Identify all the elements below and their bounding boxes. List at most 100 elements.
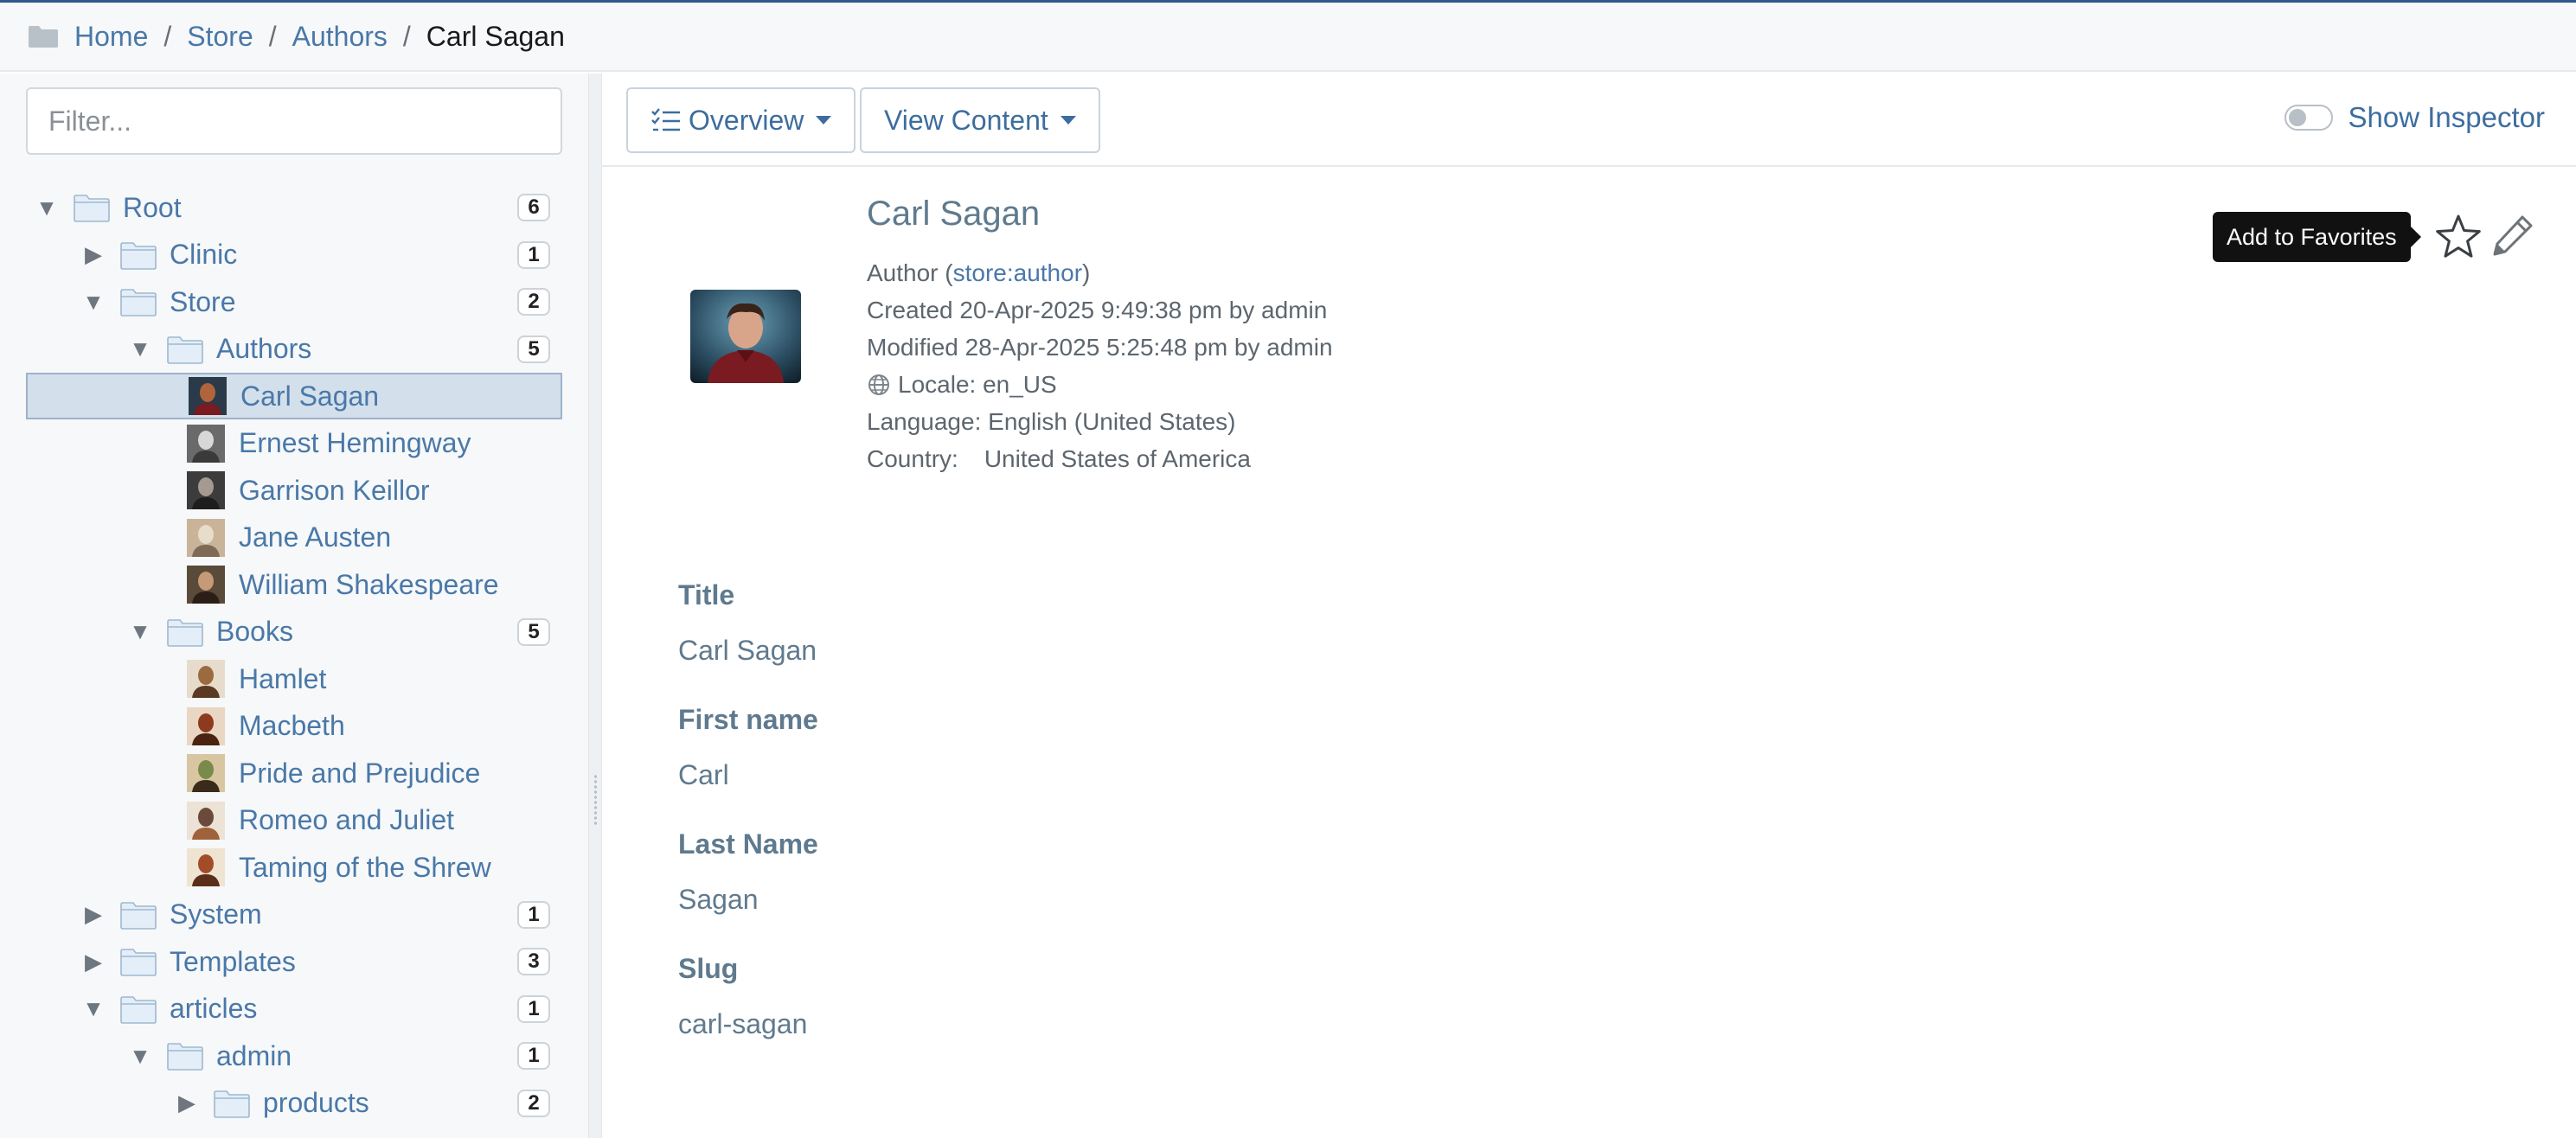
tree-item-label: Books <box>216 616 293 647</box>
expand-triangle-icon[interactable]: ▶ <box>81 901 106 928</box>
folder-icon <box>28 24 59 48</box>
tree-item-label: Carl Sagan <box>240 380 380 412</box>
tree-item[interactable]: ▼ Store 2 <box>26 278 562 325</box>
tree-item-label: System <box>170 898 262 930</box>
tree-item[interactable]: ▼ Root 6 <box>26 184 562 231</box>
sidebar: ▼ Root 6 ▶ Clinic 1 ▼ Store 2 ▼ Authors 5 Carl Sagan… <box>0 74 588 1138</box>
folder-icon <box>166 617 204 647</box>
country-line: Country: United States of America <box>867 445 1251 473</box>
pencil-icon[interactable] <box>2488 212 2536 260</box>
view-content-label: View Content <box>884 104 1048 136</box>
tree-item[interactable]: Pride and Prejudice <box>26 750 562 796</box>
tree-item-label: Store <box>170 285 236 317</box>
collapse-triangle-icon[interactable]: ▼ <box>128 1043 152 1070</box>
tree-item[interactable]: Macbeth <box>26 703 562 750</box>
show-inspector-toggle[interactable]: Show Inspector <box>2284 93 2545 143</box>
breadcrumb-home[interactable]: Home <box>74 21 148 53</box>
tree-item[interactable]: Carl Sagan <box>26 373 562 419</box>
thumbnail-icon <box>187 801 225 840</box>
modified-line: Modified 28-Apr-2025 5:25:48 pm by admin <box>867 334 1333 361</box>
tree-item[interactable]: Taming of the Shrew <box>26 844 562 891</box>
tree-item-label: Templates <box>170 945 296 977</box>
type-suffix: ) <box>1082 259 1091 286</box>
collapse-triangle-icon[interactable]: ▼ <box>81 995 106 1022</box>
toggle-switch[interactable] <box>2284 105 2333 131</box>
count-badge: 2 <box>517 288 550 316</box>
tree-item[interactable]: Garrison Keillor <box>26 467 562 514</box>
created-line: Created 20-Apr-2025 9:49:38 pm by admin <box>867 297 1328 323</box>
tree-item[interactable]: ▼ admin 1 <box>26 1033 562 1079</box>
tree-item[interactable]: Jane Austen <box>26 515 562 561</box>
thumbnail-icon <box>187 848 225 886</box>
tree-item[interactable]: ▶ Templates 3 <box>26 938 562 985</box>
caret-down-icon <box>1060 116 1076 125</box>
grip-dots <box>593 774 598 826</box>
type-link[interactable]: store:author <box>953 259 1082 286</box>
tree-item-label: Clinic <box>170 239 238 270</box>
folder-icon <box>119 287 157 316</box>
tree-item[interactable]: ▶ Clinic 1 <box>26 232 562 278</box>
breadcrumb-authors[interactable]: Authors <box>292 21 388 53</box>
overview-dropdown[interactable]: Overview <box>626 87 856 153</box>
collapse-triangle-icon[interactable]: ▼ <box>128 336 152 362</box>
thumbnail-icon <box>187 518 225 557</box>
tree-item[interactable]: Romeo and Juliet <box>26 797 562 844</box>
thumbnail-icon <box>187 754 225 792</box>
view-content-dropdown[interactable]: View Content <box>860 87 1100 153</box>
tree-item[interactable]: ▶ System 1 <box>26 892 562 938</box>
type-prefix: Author ( <box>867 259 953 286</box>
count-badge: 1 <box>517 1042 550 1070</box>
tree-item[interactable]: ▼ articles 1 <box>26 986 562 1033</box>
field-label-title: Title <box>678 579 735 611</box>
tree-item[interactable]: Hamlet <box>26 655 562 702</box>
tree-item-label: Ernest Hemingway <box>239 427 471 458</box>
expand-triangle-icon[interactable]: ▶ <box>175 1090 199 1116</box>
tree-item[interactable]: ▼ Books 5 <box>26 609 562 655</box>
breadcrumb-current: Carl Sagan <box>426 20 565 52</box>
field-value-title: Carl Sagan <box>678 635 817 666</box>
collapse-triangle-icon[interactable]: ▼ <box>81 289 106 316</box>
star-icon[interactable] <box>2434 214 2483 260</box>
main-panel: Overview View Content Show Inspector Car… <box>602 74 2576 1138</box>
tree-item-label: articles <box>170 993 258 1024</box>
field-label-last-name: Last Name <box>678 828 818 860</box>
tree-item[interactable]: ▼ Authors 5 <box>26 326 562 373</box>
folder-icon <box>119 240 157 270</box>
tree-item-label: Jane Austen <box>239 521 392 553</box>
count-badge: 5 <box>517 617 550 646</box>
breadcrumb-store[interactable]: Store <box>187 21 253 53</box>
tree-item-label: Taming of the Shrew <box>239 851 491 883</box>
tree-item-label: products <box>263 1087 369 1118</box>
globe-icon <box>867 373 891 397</box>
field-value-first-name: Carl <box>678 759 729 790</box>
tree-item[interactable]: William Shakespeare <box>26 561 562 608</box>
tree-item-label: Romeo and Juliet <box>239 804 455 835</box>
page-title: Carl Sagan <box>867 195 1041 233</box>
thumbnail-icon <box>187 566 225 604</box>
show-inspector-label[interactable]: Show Inspector <box>2349 101 2545 134</box>
field-value-last-name: Sagan <box>678 884 759 915</box>
expand-triangle-icon[interactable]: ▶ <box>81 949 106 975</box>
expand-triangle-icon[interactable]: ▶ <box>81 241 106 268</box>
folder-icon <box>213 1089 251 1118</box>
collapse-triangle-icon[interactable]: ▼ <box>35 195 59 221</box>
tree-item[interactable]: Ernest Hemingway <box>26 420 562 467</box>
tree-item[interactable]: ▶ products 2 <box>26 1080 562 1127</box>
sidebar-resize-handle[interactable] <box>588 74 602 1138</box>
count-badge: 5 <box>517 335 550 363</box>
breadcrumb-separator: / <box>402 20 411 52</box>
thumbnail-icon <box>187 706 225 745</box>
tree-item-label: Macbeth <box>239 710 345 741</box>
collapse-triangle-icon[interactable]: ▼ <box>128 618 152 645</box>
checklist-icon <box>651 108 680 131</box>
count-badge: 3 <box>517 948 550 975</box>
folder-icon <box>119 994 157 1024</box>
favorites-tooltip: Add to Favorites <box>2213 212 2421 262</box>
avatar <box>690 290 801 383</box>
count-badge: 1 <box>517 240 550 269</box>
filter-input[interactable] <box>26 87 562 155</box>
count-badge: 6 <box>517 194 550 221</box>
count-badge: 1 <box>517 994 550 1023</box>
country-label: Country: <box>867 445 958 472</box>
tree-item-label: admin <box>216 1039 292 1071</box>
